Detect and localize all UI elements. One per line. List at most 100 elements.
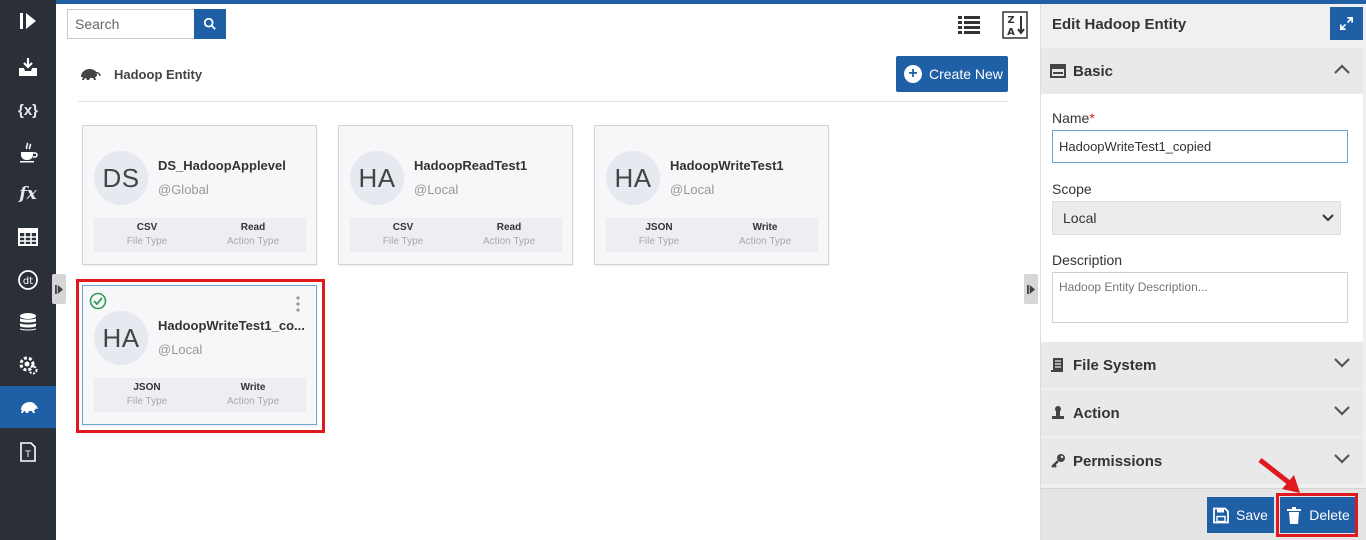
svg-text:T: T bbox=[24, 450, 31, 460]
create-new-button[interactable]: + Create New bbox=[896, 56, 1008, 92]
sort-z-a-icon[interactable]: Z A bbox=[1002, 11, 1028, 39]
play-icon bbox=[20, 13, 36, 29]
chevron-down-icon bbox=[1334, 454, 1350, 464]
list-view-icon[interactable] bbox=[956, 13, 982, 37]
rail-import-icon[interactable] bbox=[0, 46, 56, 88]
file-type-value: CSV bbox=[392, 222, 414, 233]
database-icon bbox=[20, 313, 36, 331]
gear-settings-icon bbox=[19, 356, 38, 375]
rail-variables-icon[interactable]: {x} bbox=[0, 89, 56, 131]
name-label-text: Name bbox=[1052, 110, 1090, 126]
check-circle-icon bbox=[89, 292, 107, 310]
hadoop-elephant-icon bbox=[21, 402, 38, 413]
chevron-down-icon bbox=[1322, 214, 1334, 222]
avatar: DS bbox=[94, 151, 148, 205]
search-button[interactable] bbox=[194, 9, 226, 39]
action-type-label: Action Type bbox=[738, 236, 792, 247]
create-new-label: Create New bbox=[929, 66, 1003, 82]
rail-dt-icon[interactable]: dt bbox=[0, 259, 56, 301]
avatar: HA bbox=[94, 311, 148, 365]
save-icon bbox=[1213, 507, 1229, 523]
section-file-system-label: File System bbox=[1073, 356, 1157, 374]
section-basic-label: Basic bbox=[1073, 62, 1114, 80]
rail-settings-icon[interactable] bbox=[0, 344, 56, 386]
entity-scope: @Local bbox=[670, 182, 715, 197]
scope-select[interactable]: Local bbox=[1052, 201, 1341, 235]
section-action-label: Action bbox=[1073, 404, 1120, 422]
action-type-label: Action Type bbox=[226, 236, 280, 247]
avatar: HA bbox=[606, 151, 660, 205]
file-type-label: File Type bbox=[638, 236, 680, 247]
entity-scope: @Local bbox=[414, 182, 459, 197]
rail-function-icon[interactable]: fx bbox=[0, 173, 56, 215]
left-collapse-toggle[interactable] bbox=[52, 274, 66, 304]
section-file-system[interactable]: File System bbox=[1041, 342, 1363, 388]
form-icon bbox=[1050, 64, 1066, 78]
rail-database-icon[interactable] bbox=[0, 301, 56, 343]
entity-meta: CSV File Type Read Action Type bbox=[350, 218, 562, 252]
plus-icon: + bbox=[904, 65, 922, 83]
rail-play-icon[interactable] bbox=[0, 0, 56, 42]
entity-card[interactable]: HA HadoopWriteTest1 @Local JSON File Type… bbox=[594, 125, 829, 265]
edit-panel: Edit Hadoop Entity Basic Name* Scope Loc… bbox=[1040, 4, 1366, 540]
entity-scope: @Global bbox=[158, 182, 209, 197]
hadoop-elephant-icon bbox=[81, 69, 101, 80]
name-field[interactable] bbox=[1052, 130, 1348, 163]
key-icon bbox=[1051, 454, 1065, 468]
java-cup-icon bbox=[20, 142, 38, 163]
rail-table-icon[interactable] bbox=[0, 216, 56, 258]
download-tray-icon bbox=[19, 58, 37, 76]
file-type-value: JSON bbox=[645, 222, 673, 233]
section-action[interactable]: Action bbox=[1041, 390, 1363, 436]
entity-meta: JSON File Type Write Action Type bbox=[606, 218, 818, 252]
section-basic[interactable]: Basic bbox=[1041, 48, 1363, 94]
save-label: Save bbox=[1236, 507, 1268, 523]
red-arrow-annotation bbox=[1258, 458, 1300, 493]
action-type-value: Write bbox=[752, 222, 778, 233]
rail-text-file-icon[interactable]: T bbox=[0, 431, 56, 473]
required-mark: * bbox=[1089, 110, 1095, 126]
variables-icon: {x} bbox=[17, 101, 39, 119]
name-label: Name* bbox=[1052, 110, 1095, 126]
text-file-icon: T bbox=[20, 442, 36, 462]
page-title: Hadoop Entity bbox=[114, 67, 203, 82]
action-type-value: Write bbox=[240, 382, 266, 393]
entity-card[interactable]: HA HadoopReadTest1 @Local CSV File Type R… bbox=[338, 125, 573, 265]
avatar: HA bbox=[350, 151, 404, 205]
entity-card-selected[interactable]: HA HadoopWriteTest1_co... @Local JSON Fil… bbox=[82, 285, 317, 425]
file-type-value: CSV bbox=[136, 222, 158, 233]
rail-java-icon[interactable] bbox=[0, 131, 56, 173]
file-stack-icon bbox=[1051, 358, 1063, 372]
entity-name: DS_HadoopApplevel bbox=[158, 158, 286, 173]
description-field[interactable] bbox=[1052, 272, 1348, 323]
dt-icon: dt bbox=[18, 270, 38, 290]
file-type-label: File Type bbox=[382, 236, 424, 247]
file-type-label: File Type bbox=[126, 236, 168, 247]
search-input[interactable] bbox=[67, 9, 194, 39]
entity-header: Hadoop Entity bbox=[78, 54, 1008, 102]
search-icon bbox=[203, 17, 216, 30]
function-icon: fx bbox=[19, 184, 37, 204]
entity-name: HadoopReadTest1 bbox=[414, 158, 528, 173]
chevron-up-icon bbox=[1334, 64, 1350, 74]
file-type-value: JSON bbox=[133, 382, 161, 393]
svg-text:A: A bbox=[1007, 27, 1015, 38]
entity-scope: @Local bbox=[158, 342, 203, 357]
left-nav-rail: {x} fx dt T bbox=[0, 0, 56, 540]
section-permissions-label: Permissions bbox=[1073, 452, 1163, 470]
expand-icon bbox=[1340, 17, 1353, 30]
svg-text:dt: dt bbox=[23, 276, 33, 287]
save-button[interactable]: Save bbox=[1207, 497, 1274, 533]
rail-hadoop-icon[interactable] bbox=[0, 386, 56, 428]
table-icon bbox=[18, 228, 38, 246]
expand-button[interactable] bbox=[1330, 7, 1363, 40]
chevron-down-icon bbox=[1334, 406, 1350, 416]
action-type-value: Read bbox=[240, 222, 266, 233]
right-collapse-toggle[interactable] bbox=[1024, 274, 1038, 304]
section-permissions[interactable]: Permissions bbox=[1041, 438, 1363, 484]
more-options-icon[interactable] bbox=[295, 296, 301, 312]
scope-value: Local bbox=[1063, 210, 1097, 226]
entity-card[interactable]: DS DS_HadoopApplevel @Global CSV File Typ… bbox=[82, 125, 317, 265]
file-type-label: File Type bbox=[126, 396, 168, 407]
panel-title: Edit Hadoop Entity bbox=[1052, 16, 1187, 33]
